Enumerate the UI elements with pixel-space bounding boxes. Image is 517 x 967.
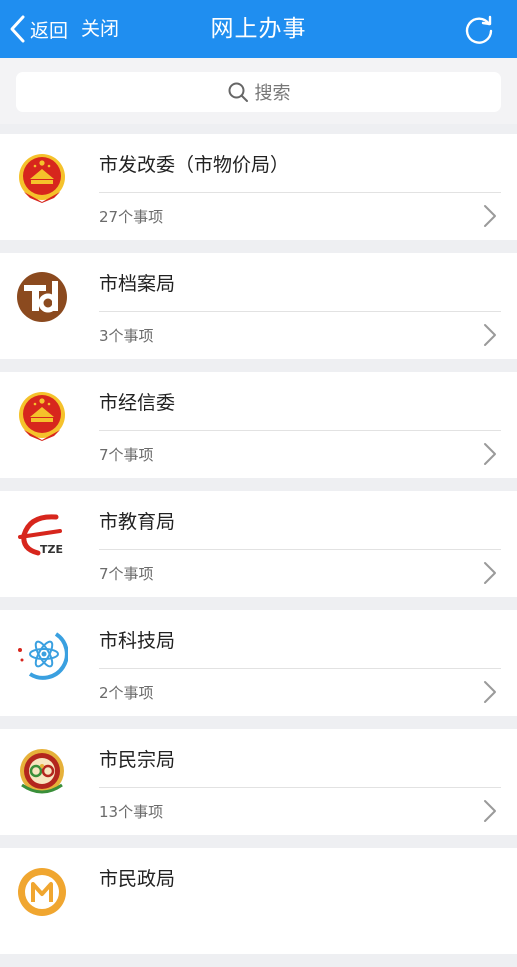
search-input[interactable]: 搜索 [16, 72, 501, 112]
department-name: 市民政局 [99, 868, 176, 890]
item-count: 3个事项 [99, 327, 154, 345]
list-item[interactable]: 市民政局 [0, 848, 517, 954]
item-count: 7个事项 [99, 565, 154, 583]
chevron-right-icon [484, 562, 496, 584]
atom-logo-icon [16, 628, 68, 680]
list-item[interactable]: 市档案局 3个事项 [0, 253, 517, 359]
divider [99, 668, 501, 669]
item-count: 13个事项 [99, 803, 164, 821]
search-bar-container: 搜索 [0, 58, 517, 124]
chevron-right-icon [484, 681, 496, 703]
department-name: 市经信委 [99, 392, 176, 414]
list-item[interactable]: 市科技局 2个事项 [0, 610, 517, 716]
department-name: 市科技局 [99, 630, 176, 652]
list-item[interactable]: 市经信委 7个事项 [0, 372, 517, 478]
divider [99, 787, 501, 788]
department-name: 市教育局 [99, 511, 176, 533]
td-logo-icon [16, 271, 68, 323]
divider [99, 192, 501, 193]
list-item[interactable]: 市发改委（市物价局） 27个事项 [0, 134, 517, 240]
chevron-left-icon [10, 15, 25, 43]
page-title: 网上办事 [210, 16, 307, 42]
civil-affairs-logo-icon [16, 866, 68, 918]
chevron-right-icon [484, 324, 496, 346]
divider [99, 430, 501, 431]
list-item[interactable]: 市民宗局 13个事项 [0, 729, 517, 835]
refresh-icon [465, 15, 493, 44]
refresh-button[interactable] [463, 14, 495, 46]
back-label: 返回 [30, 19, 69, 42]
department-name: 市档案局 [99, 273, 176, 295]
search-placeholder: 搜索 [254, 83, 291, 104]
tze-logo-icon: TZE [16, 509, 68, 561]
list-item[interactable]: TZE 市教育局 7个事项 [0, 491, 517, 597]
top-nav-bar: 返回 关闭 网上办事 [0, 0, 517, 58]
back-button[interactable]: 返回 [8, 12, 68, 46]
department-name: 市民宗局 [99, 749, 176, 771]
svg-text:TZE: TZE [40, 543, 63, 556]
chevron-right-icon [484, 205, 496, 227]
close-button[interactable]: 关闭 [81, 12, 119, 46]
divider [99, 311, 501, 312]
search-icon [228, 82, 248, 102]
national-emblem-icon [16, 390, 68, 442]
item-count: 27个事项 [99, 208, 164, 226]
item-count: 7个事项 [99, 446, 154, 464]
chevron-right-icon [484, 443, 496, 465]
department-list: 市发改委（市物价局） 27个事项 市档案局 3个事项 市经信委 7个事项 TZE… [0, 134, 517, 967]
department-name: 市发改委（市物价局） [99, 154, 290, 176]
national-emblem-icon [16, 152, 68, 204]
item-count: 2个事项 [99, 684, 154, 702]
ethnic-affairs-emblem-icon [16, 747, 68, 799]
divider [99, 549, 501, 550]
chevron-right-icon [484, 800, 496, 822]
